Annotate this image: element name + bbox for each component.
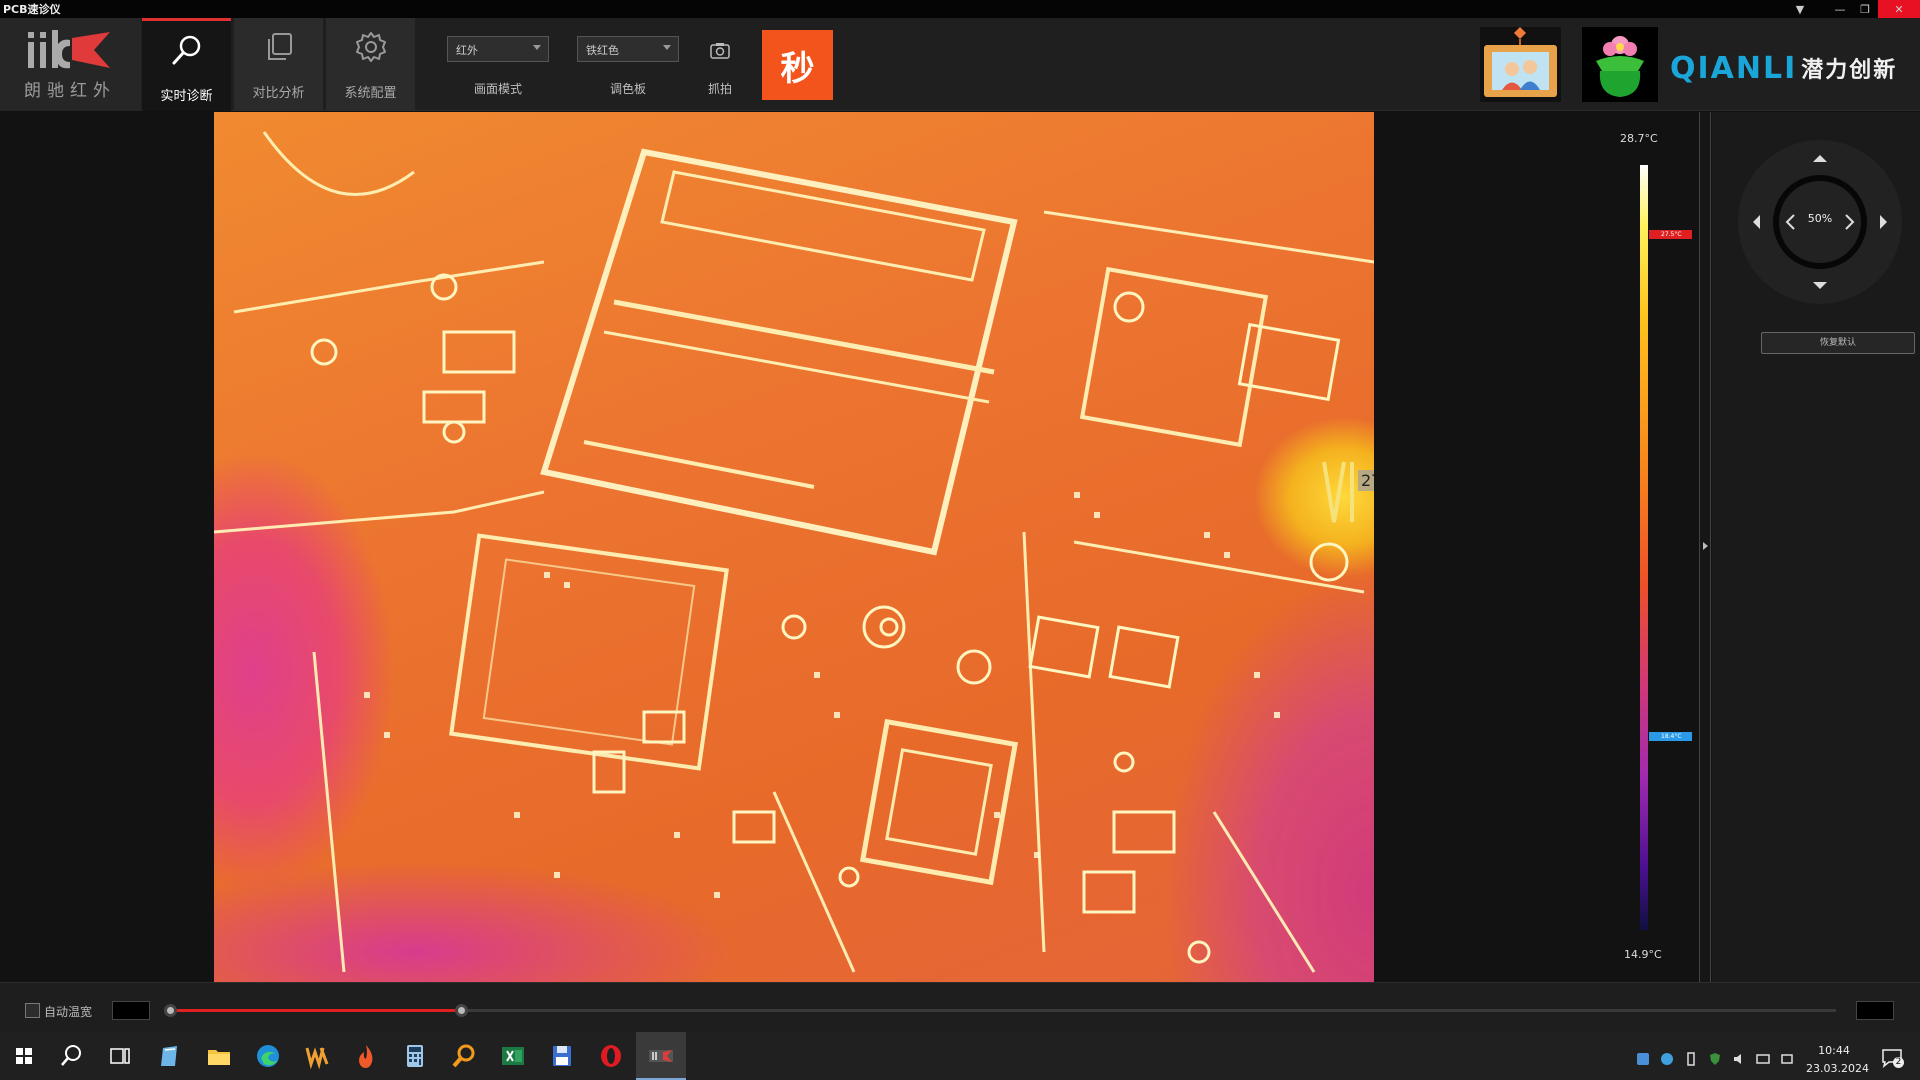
palette-label: 调色板 <box>609 82 646 96</box>
search-app-icon[interactable] <box>448 1040 480 1072</box>
opera-icon[interactable] <box>595 1040 627 1072</box>
clock-time: 10:44 <box>1818 1044 1850 1057</box>
logo-mark-icon <box>28 30 110 69</box>
taskbar-clock[interactable]: 10:44 23.03.2024 <box>1806 1042 1869 1078</box>
low-temp-marker[interactable]: 18.4°C <box>1649 732 1692 741</box>
maximize-button[interactable]: ❐ <box>1853 0 1877 18</box>
panel-collapse-handle[interactable] <box>1699 112 1711 982</box>
window-menu-button[interactable]: ▼ <box>1788 0 1812 18</box>
excel-icon[interactable] <box>497 1040 529 1072</box>
spot-temperature-label: 27.1°C <box>1358 470 1374 491</box>
tray-app-icon[interactable] <box>1636 1052 1650 1066</box>
file-explorer-icon[interactable] <box>203 1040 235 1072</box>
windows-start-icon[interactable] <box>8 1040 40 1072</box>
pan-left-icon[interactable] <box>1744 210 1768 234</box>
brand-latin-text: QIANLI <box>1670 50 1798 86</box>
close-button[interactable]: ✕ <box>1878 0 1920 18</box>
volume-icon[interactable] <box>1732 1052 1746 1066</box>
slider-fill <box>170 1009 460 1012</box>
tab-label: 对比分析 <box>252 86 305 101</box>
camera-icon[interactable] <box>707 40 733 62</box>
range-high-input[interactable] <box>1856 1001 1894 1020</box>
clock-date: 23.03.2024 <box>1806 1062 1869 1075</box>
app-w-icon[interactable] <box>301 1040 333 1072</box>
calculator-icon[interactable] <box>399 1040 431 1072</box>
scale-min-temp: 14.9°C <box>1624 948 1662 961</box>
brand-chinese-text: 潜力创新 <box>1801 58 1898 83</box>
color-scale-bar <box>1640 165 1648 930</box>
notepad-icon[interactable] <box>154 1040 186 1072</box>
copy-icon <box>267 33 292 60</box>
minimize-button[interactable]: — <box>1828 0 1852 18</box>
title-bar: PCB速诊仪 ▼ — ❐ ✕ <box>0 0 1920 18</box>
flower-pot-icon[interactable] <box>1582 27 1658 102</box>
save-icon[interactable] <box>546 1040 578 1072</box>
search-icon[interactable] <box>56 1040 88 1072</box>
range-control-bar <box>0 982 1920 1032</box>
usb-icon[interactable] <box>1684 1052 1698 1066</box>
notification-center-button[interactable]: 2 <box>1880 1046 1904 1070</box>
windows-taskbar <box>0 1032 1920 1080</box>
tray-shield-icon[interactable] <box>1708 1052 1722 1066</box>
range-low-input[interactable] <box>112 1001 150 1020</box>
brand-logo: QIANLI 潜力创新 <box>1670 48 1897 88</box>
temperature-range-slider[interactable] <box>170 1009 1836 1012</box>
chevron-right-icon <box>1703 542 1708 550</box>
display-mode-value: 红外 <box>456 44 478 57</box>
chevron-down-icon <box>663 45 671 50</box>
pcb-thermal-overlay <box>214 131 1374 973</box>
pan-right-icon[interactable] <box>1872 210 1896 234</box>
family-photo-icon[interactable] <box>1480 27 1561 102</box>
tab-label: 实时诊断 <box>160 89 213 104</box>
tab-system-config[interactable]: 系统配置 <box>326 18 415 111</box>
tray-security-icon[interactable] <box>1660 1052 1674 1066</box>
range-high-handle[interactable] <box>455 1004 468 1017</box>
logo-text: 朗驰红外 <box>24 81 116 101</box>
main-toolbar: 朗驰红外 实时诊断 对比分析 系统配置 红外 画面模式 铁红色 调色板 抓拍 秒… <box>0 18 1920 111</box>
chevron-down-icon <box>533 45 541 50</box>
network-icon[interactable] <box>1756 1052 1770 1066</box>
pcb-app-icon[interactable] <box>645 1040 677 1072</box>
search-icon <box>172 35 200 65</box>
gear-icon <box>355 32 386 62</box>
tab-label: 系统配置 <box>344 86 397 101</box>
palette-value: 铁红色 <box>586 44 619 57</box>
second-diagnosis-button[interactable]: 秒 <box>762 30 833 100</box>
range-low-handle[interactable] <box>164 1004 177 1017</box>
scale-max-temp: 28.7°C <box>1620 132 1658 145</box>
high-temp-marker[interactable]: 27.5°C <box>1649 230 1692 239</box>
auto-range-checkbox[interactable] <box>25 1003 40 1018</box>
company-logo: 朗驰红外 <box>0 18 141 111</box>
thermal-image-view[interactable]: 27.1°C <box>214 112 1374 982</box>
zoom-level: 50% <box>1807 212 1833 225</box>
display-mode-select[interactable]: 红外 <box>447 36 549 62</box>
reset-default-button[interactable]: 恢复默认 <box>1761 332 1915 354</box>
notification-count: 2 <box>1893 1057 1904 1068</box>
palette-select[interactable]: 铁红色 <box>577 36 679 62</box>
tab-live-diagnosis[interactable]: 实时诊断 <box>142 18 231 111</box>
auto-range-label: 自动温宽 <box>44 1005 93 1019</box>
display-mode-label: 画面模式 <box>473 82 522 96</box>
tab-compare-analysis[interactable]: 对比分析 <box>234 18 323 111</box>
pan-down-icon[interactable] <box>1808 274 1832 298</box>
app-title: PCB速诊仪 <box>3 3 61 16</box>
fire-app-icon[interactable] <box>350 1040 382 1072</box>
capture-label: 抓拍 <box>707 82 732 96</box>
battery-icon[interactable] <box>1780 1052 1794 1066</box>
edge-icon[interactable] <box>252 1040 284 1072</box>
pan-up-icon[interactable] <box>1808 146 1832 170</box>
task-view-icon[interactable] <box>104 1040 136 1072</box>
